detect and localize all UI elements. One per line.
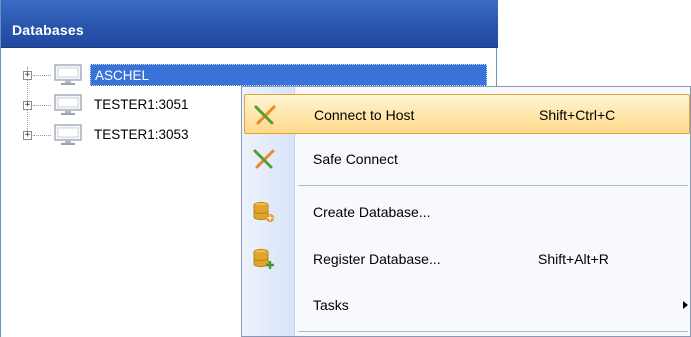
tree-node-label[interactable]: TESTER1:3053 <box>90 124 193 146</box>
menu-item-tasks[interactable]: Tasks <box>244 285 690 325</box>
menu-item-label: Tasks <box>313 297 349 313</box>
plug-safe-connect-icon <box>253 149 275 169</box>
menu-separator <box>298 185 688 186</box>
menu-item-register-database[interactable]: Register Database... Shift+Alt+R <box>244 239 690 279</box>
tree-connector <box>33 135 51 137</box>
menu-item-label: Create Database... <box>313 204 431 220</box>
menu-item-safe-connect[interactable]: Safe Connect <box>244 139 690 179</box>
database-create-icon <box>253 201 274 222</box>
panel-title: Databases <box>12 22 84 38</box>
context-menu: Connect to Host Shift+Ctrl+C Safe Connec… <box>241 86 691 337</box>
menu-separator <box>298 331 688 332</box>
menu-item-shortcut: Shift+Ctrl+C <box>539 107 616 123</box>
expand-icon[interactable]: + <box>23 71 32 80</box>
menu-item-label: Safe Connect <box>313 151 398 167</box>
computer-icon <box>54 124 82 145</box>
expand-icon[interactable]: + <box>23 131 32 140</box>
menu-item-label: Register Database... <box>313 251 441 267</box>
tree-node-tester1-3051[interactable]: + TESTER1:3051 <box>1 94 241 122</box>
menu-item-connect-to-host[interactable]: Connect to Host Shift+Ctrl+C <box>244 94 690 134</box>
computer-icon <box>54 64 82 85</box>
tree-connector <box>33 75 51 77</box>
database-register-icon <box>253 248 274 269</box>
menu-item-create-database[interactable]: Create Database... <box>244 192 690 232</box>
tree-node-label[interactable]: ASCHEL <box>90 64 487 86</box>
computer-icon <box>54 94 82 115</box>
panel-header: Databases <box>1 0 498 48</box>
menu-item-label: Connect to Host <box>314 107 415 123</box>
tree-node-tester1-3053[interactable]: + TESTER1:3053 <box>1 124 241 152</box>
submenu-arrow-icon <box>683 301 688 309</box>
plug-connect-icon <box>254 105 276 125</box>
expand-icon[interactable]: + <box>23 101 32 110</box>
tree-connector <box>33 105 51 107</box>
tree-node-label[interactable]: TESTER1:3051 <box>90 94 193 116</box>
menu-item-shortcut: Shift+Alt+R <box>538 251 609 267</box>
